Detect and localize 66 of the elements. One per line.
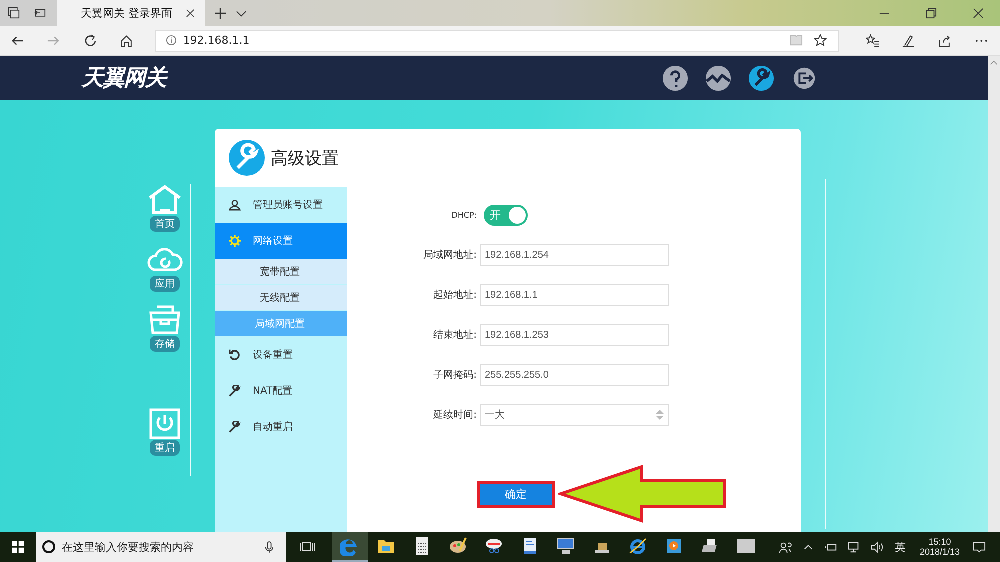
window-icon [736, 536, 756, 556]
set-aside-tabs-icon[interactable] [34, 7, 46, 19]
chart-icon[interactable] [705, 64, 732, 92]
pen-icon[interactable] [902, 34, 916, 48]
lease-time-select[interactable]: 一大 [480, 404, 669, 426]
notification-icon[interactable] [973, 540, 986, 554]
spinner-icon [656, 409, 664, 421]
home-icon[interactable] [120, 34, 134, 48]
share-icon[interactable] [938, 34, 952, 48]
palette-icon [448, 536, 468, 556]
browser-e-icon [628, 536, 648, 556]
user-icon [229, 199, 241, 211]
logo: 天翼网关 [82, 65, 166, 93]
wrench-icon [229, 140, 265, 176]
confirm-button[interactable]: 确定 [477, 480, 555, 508]
wrench-icon [229, 385, 241, 397]
people-icon[interactable] [778, 540, 792, 554]
undo-icon [229, 349, 241, 361]
field-label: 子网掩码: [432, 369, 478, 382]
network-icon[interactable] [848, 540, 861, 554]
restore-icon[interactable] [926, 8, 937, 18]
menu-item[interactable]: NAT配置 [215, 373, 347, 409]
input-field[interactable]: 192.168.1.254 [480, 244, 669, 266]
field-label: 结束地址: [432, 328, 478, 342]
input-field[interactable]: 192.168.1.1 [480, 284, 669, 306]
nav-label[interactable]: 首页 [150, 216, 180, 232]
new-tab-icon[interactable] [215, 8, 226, 18]
close-icon[interactable] [186, 8, 195, 18]
nav-label[interactable]: 应用 [150, 276, 180, 292]
menu-item[interactable]: 设备重置 [215, 337, 347, 373]
help-icon[interactable] [662, 64, 689, 92]
input-method-indicator[interactable]: 英 [894, 540, 906, 554]
play-icon [664, 536, 684, 556]
microphone-icon[interactable] [265, 540, 274, 554]
field-label: DHCP: [450, 210, 478, 220]
volume-icon[interactable] [870, 540, 884, 554]
nav-label[interactable]: 存储 [150, 336, 180, 352]
field-label: 起始地址: [432, 288, 478, 302]
close-icon[interactable] [973, 8, 984, 18]
wrench-icon[interactable] [748, 64, 775, 92]
wrench-icon [229, 421, 241, 433]
gear-icon [229, 235, 241, 247]
info-icon [166, 35, 178, 46]
menu-item[interactable]: 管理员账号设置 [215, 187, 347, 223]
refresh-icon[interactable] [84, 34, 97, 48]
field-label: 延续时间: [432, 408, 478, 422]
scrollbar[interactable] [988, 56, 1000, 532]
browser-tab[interactable]: 天翼网关 登录界面 [57, 0, 205, 26]
submenu-item[interactable]: 宽带配置 [215, 259, 347, 284]
input-field[interactable]: 255.255.255.0 [480, 364, 669, 386]
clock[interactable]: 15:10 2018/1/13 [920, 537, 960, 557]
address-field[interactable]: 192.168.1.1 [155, 30, 839, 52]
input-field[interactable]: 192.168.1.253 [480, 324, 669, 346]
nav-label[interactable]: 重启 [150, 440, 180, 456]
tab-actions-icon[interactable] [8, 7, 20, 19]
menu-item[interactable]: 自动重启 [215, 409, 347, 445]
panel-title: 高级设置 [271, 148, 339, 170]
star-icon[interactable] [814, 34, 827, 47]
field-label: 局域网地址: [422, 248, 478, 262]
scroll-up-icon[interactable] [990, 60, 998, 66]
circle-icon [42, 540, 56, 554]
search-field[interactable]: 在这里输入你要搜索的内容 [36, 532, 286, 562]
monitor-icon [556, 536, 576, 556]
submenu-item[interactable]: 无线配置 [215, 285, 347, 310]
windows-start-icon[interactable] [12, 541, 24, 553]
favorites-icon[interactable] [866, 34, 880, 48]
